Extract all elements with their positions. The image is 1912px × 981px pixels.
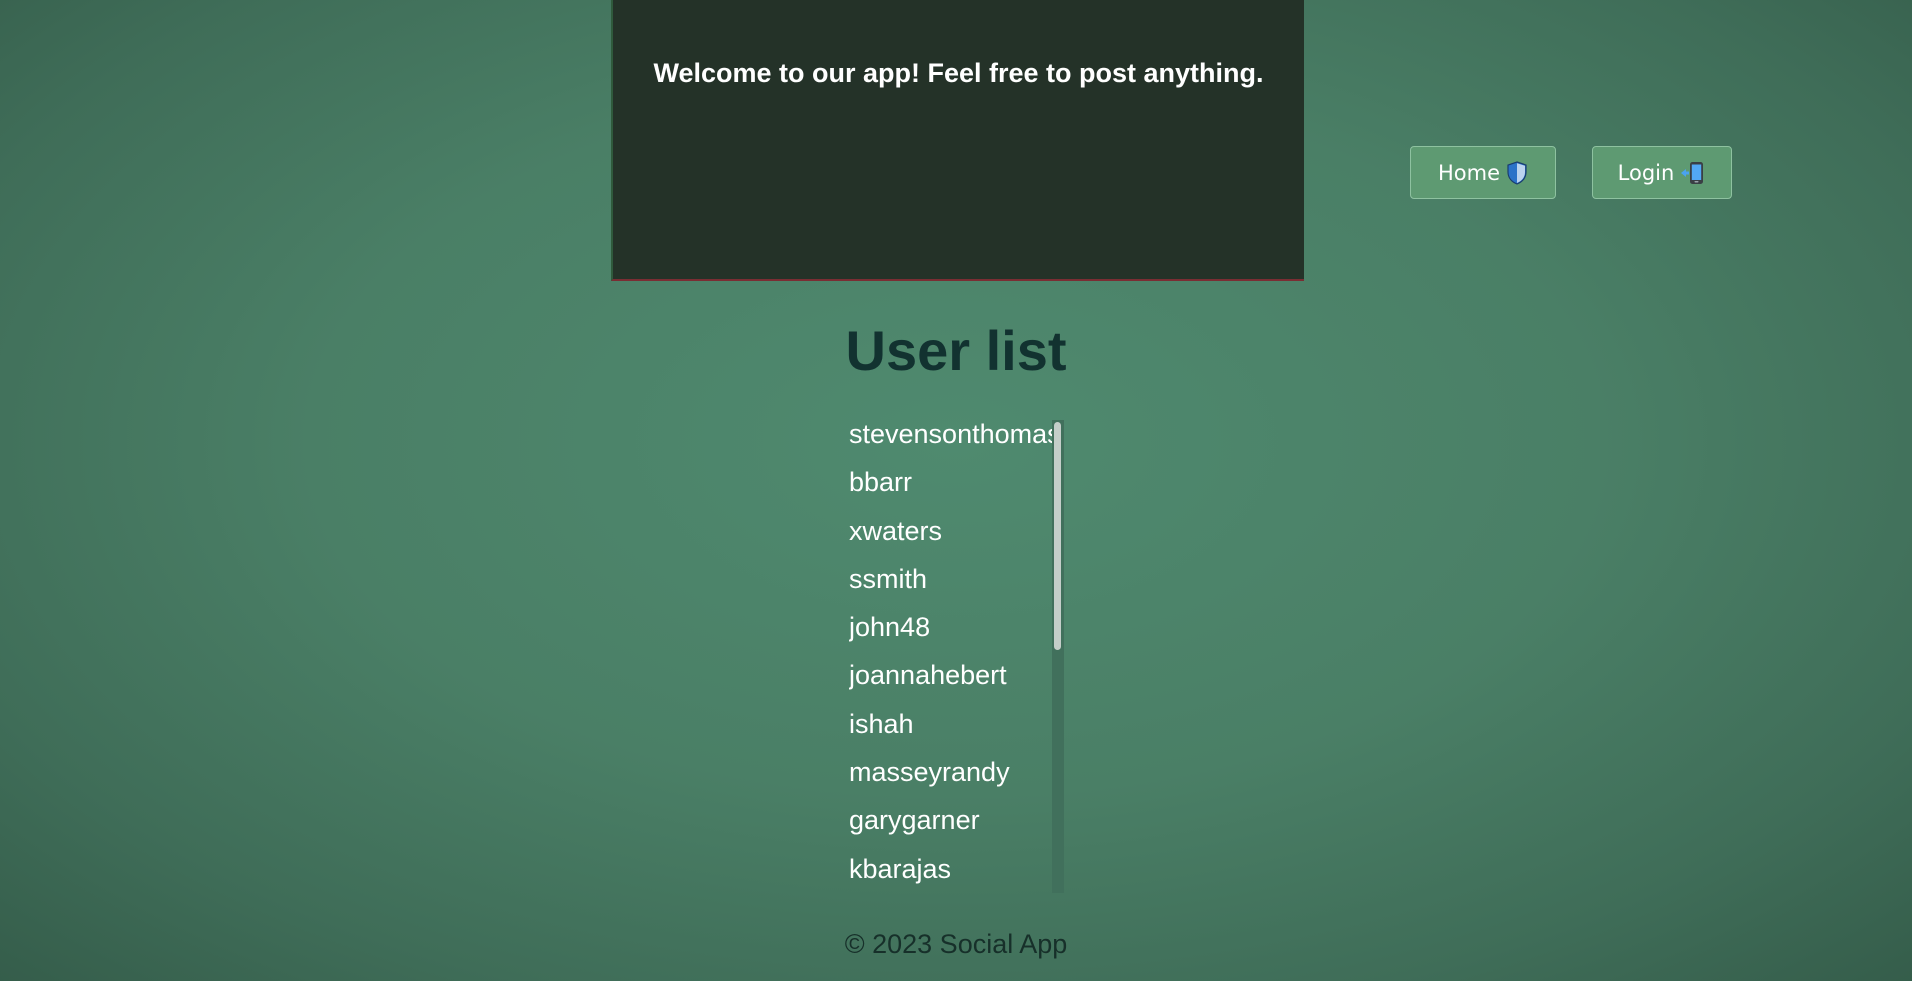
scrollbar-thumb[interactable] — [1054, 422, 1061, 650]
login-button-label: Login — [1617, 160, 1675, 185]
list-item: masseyrandy — [849, 757, 1010, 788]
login-button[interactable]: Login — [1592, 146, 1732, 199]
user-list-scrollbar[interactable] — [1052, 420, 1064, 893]
home-button-label: Home — [1437, 160, 1500, 185]
home-button[interactable]: Home — [1410, 146, 1556, 199]
footer-copyright: © 2023 Social App — [844, 929, 1068, 959]
welcome-message: Welcome to our app! Feel free to post an… — [653, 58, 1264, 88]
list-item: kbarajas — [849, 853, 952, 884]
mobile-phone-arrow-icon — [1680, 161, 1706, 185]
site-header: Welcome to our app! Feel free to post an… — [611, 0, 1732, 281]
list-item: xwaters — [849, 515, 943, 546]
list-item: joannahebert — [849, 660, 1007, 691]
list-item: garygarner — [849, 805, 980, 836]
page-title: User list — [845, 319, 1067, 382]
list-item: ishah — [849, 708, 914, 739]
shield-icon — [1506, 160, 1528, 185]
list-item: bbarr — [849, 467, 913, 498]
list-item: ssmith — [849, 563, 928, 594]
list-item: john48 — [849, 612, 931, 643]
user-list[interactable]: stevensonthomas bbarr xwaters ssmith joh… — [849, 420, 1064, 893]
list-item: stevensonthomas — [849, 420, 1061, 449]
